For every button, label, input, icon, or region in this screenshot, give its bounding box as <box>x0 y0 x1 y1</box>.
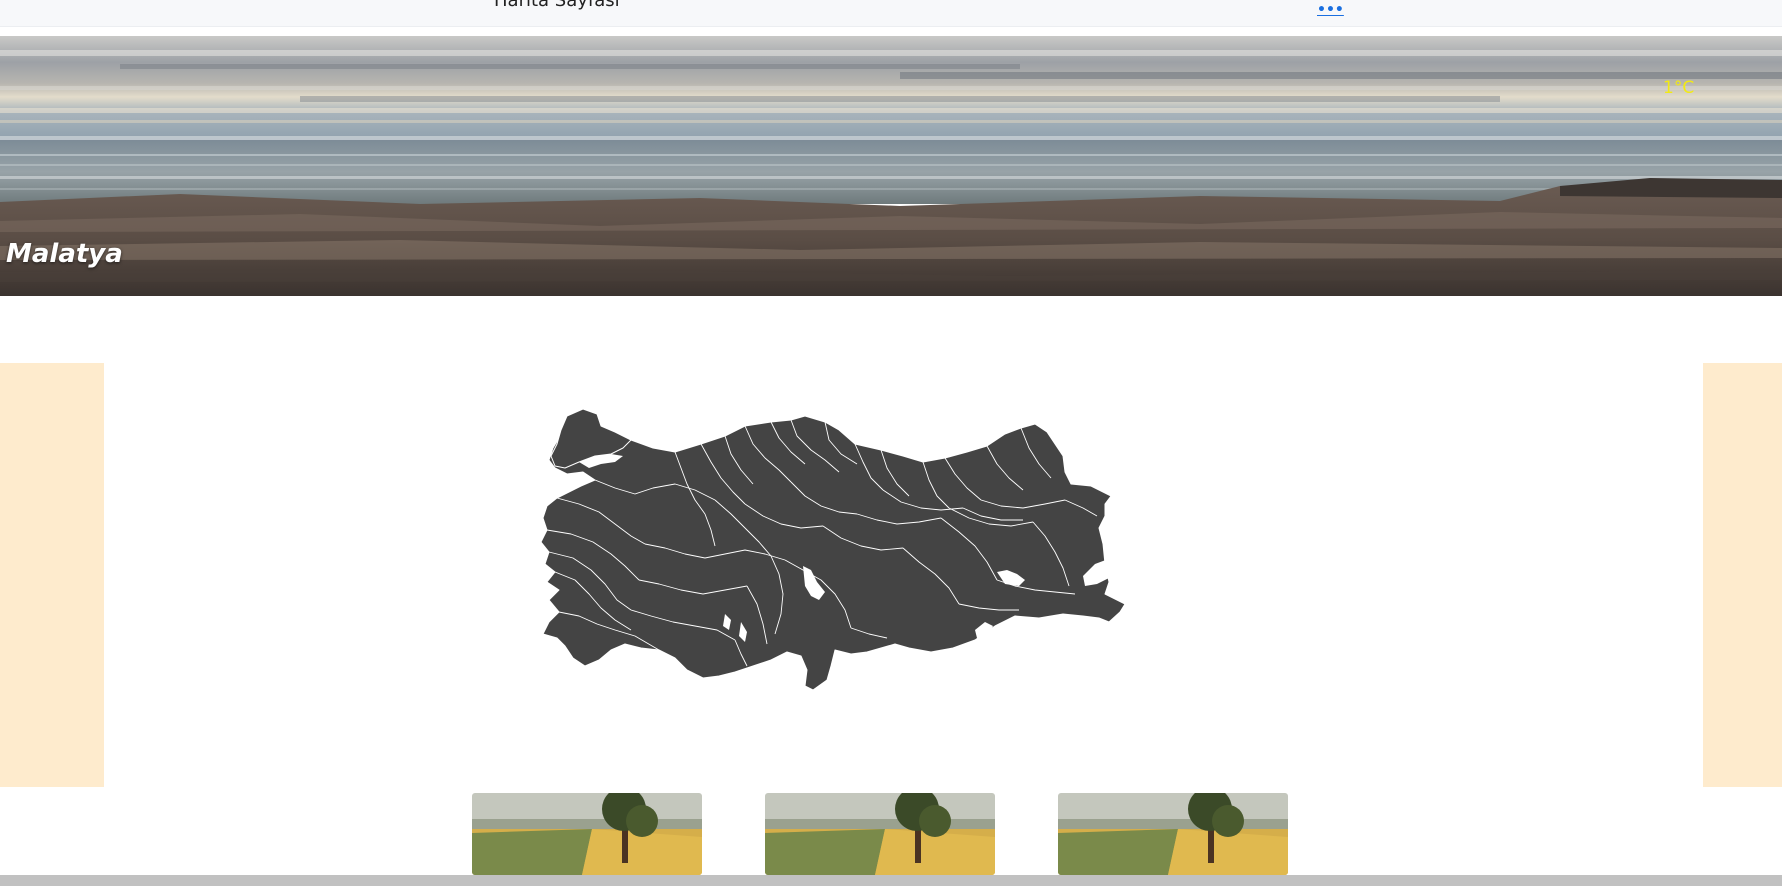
page-title: Harita Sayfası <box>494 0 620 11</box>
landscape-painting-thumbnail-icon <box>472 793 702 875</box>
thumbnail-2[interactable] <box>765 793 995 875</box>
horizontal-scrollbar[interactable] <box>0 875 1782 886</box>
turkey-map-svg[interactable] <box>535 404 1270 734</box>
city-name: Malatya <box>6 239 123 269</box>
more-link[interactable]: ••• <box>1317 2 1344 18</box>
thumbnail-3[interactable] <box>1058 793 1288 875</box>
temperature-readout: 1°C <box>1663 78 1695 98</box>
map-country-outline[interactable] <box>540 408 1126 691</box>
right-side-panel <box>1703 363 1782 787</box>
left-side-panel <box>0 363 104 787</box>
top-bar: Harita Sayfası ••• <box>0 0 1782 27</box>
landscape-painting-thumbnail-icon <box>1058 793 1288 875</box>
landscape-painting-thumbnail-icon <box>765 793 995 875</box>
hero-banner: Malatya 1°C <box>0 36 1782 296</box>
seascape-image <box>0 36 1782 296</box>
turkey-map[interactable] <box>535 404 1270 734</box>
thumbnail-1[interactable] <box>472 793 702 875</box>
